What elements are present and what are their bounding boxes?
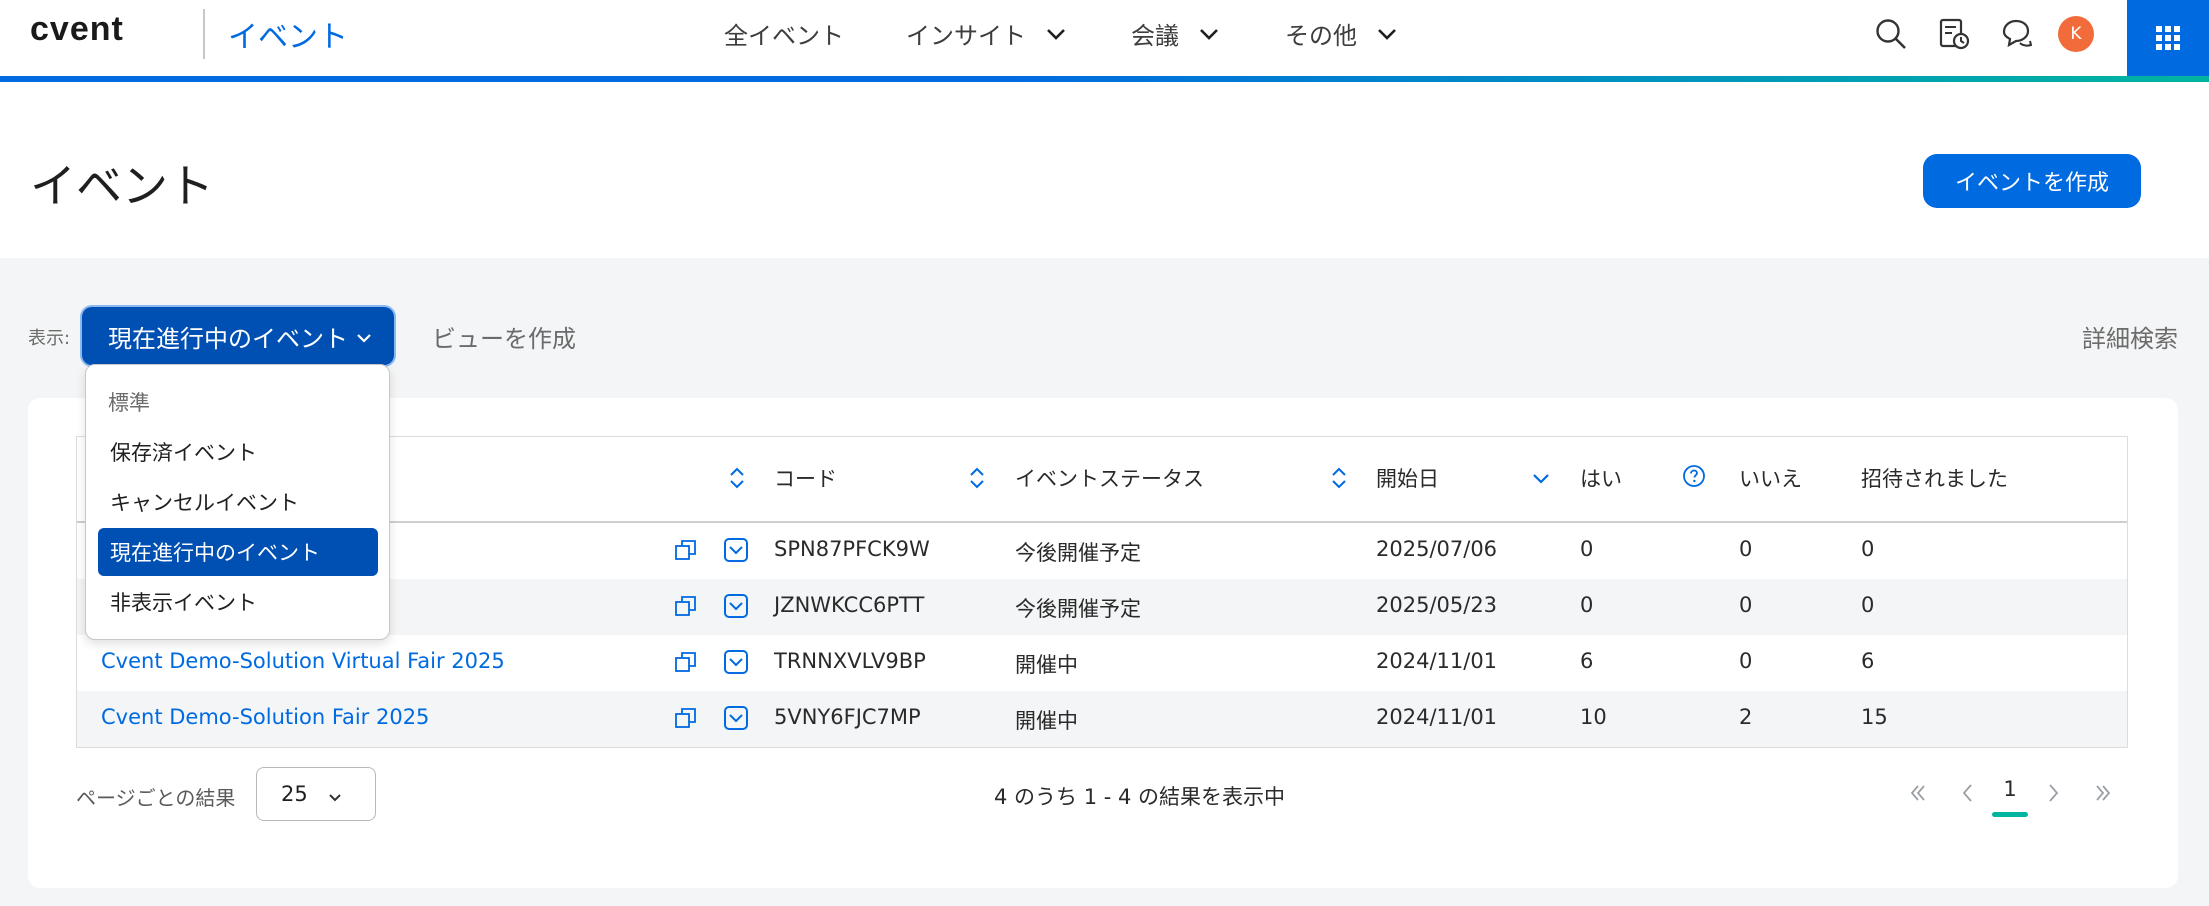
dropdown-option-label: 保存済イベント bbox=[110, 441, 257, 465]
sort-icon[interactable] bbox=[1330, 465, 1348, 491]
event-code: SPN87PFCK9W bbox=[774, 537, 930, 561]
nav-insights[interactable]: インサイト bbox=[906, 16, 1068, 51]
first-page-icon[interactable] bbox=[1903, 778, 1933, 808]
per-page-label: ページごとの結果 bbox=[76, 786, 236, 810]
calendar-clock-icon[interactable] bbox=[1934, 14, 1974, 54]
page-title: イベント bbox=[30, 159, 214, 213]
invited-count: 0 bbox=[1861, 593, 1875, 617]
event-status: 開催中 bbox=[1015, 709, 1078, 733]
page-header: イベント イベントを作成 bbox=[0, 82, 2209, 258]
view-select-value: 現在進行中のイベント bbox=[108, 324, 348, 353]
chevron-down-icon bbox=[1044, 22, 1068, 46]
event-status: 開催中 bbox=[1015, 653, 1078, 677]
table-row: Cvent Demo-Solution Fair 2025 5VNY6FJC7M… bbox=[77, 691, 2127, 747]
dropdown-option-label: 非表示イベント bbox=[110, 591, 257, 615]
yes-count: 0 bbox=[1580, 593, 1594, 617]
yes-count: 6 bbox=[1580, 649, 1594, 673]
email-icon[interactable] bbox=[723, 649, 749, 675]
dropdown-option-current-events[interactable]: 現在進行中のイベント bbox=[98, 528, 378, 576]
current-page-indicator bbox=[1992, 812, 2028, 817]
column-header-yes[interactable]: はい bbox=[1580, 463, 1622, 493]
view-dropdown-menu: 標準 保存済イベント キャンセルイベント 現在進行中のイベント 非表示イベント bbox=[85, 364, 390, 640]
avatar[interactable]: K bbox=[2058, 16, 2094, 52]
column-header-start-date[interactable]: 開始日 bbox=[1376, 463, 1439, 493]
dropdown-option-label: キャンセルイベント bbox=[110, 491, 299, 515]
advanced-search-link[interactable]: 詳細検索 bbox=[2082, 319, 2178, 354]
nav-all-events-label: 全イベント bbox=[724, 22, 844, 50]
event-start-date: 2025/07/06 bbox=[1376, 537, 1498, 561]
event-code: JZNWKCC6PTT bbox=[774, 593, 925, 617]
dropdown-group-label: 標準 bbox=[108, 391, 150, 415]
chevron-down-icon bbox=[1375, 22, 1399, 46]
top-navigation-bar: cvent イベント 全イベント インサイト 会議 その他 K bbox=[0, 0, 2209, 82]
dropdown-option-saved-events[interactable]: 保存済イベント bbox=[98, 428, 378, 476]
view-select[interactable]: 現在進行中のイベント bbox=[82, 307, 394, 365]
per-page-value: 25 bbox=[281, 782, 308, 806]
email-icon[interactable] bbox=[723, 593, 749, 619]
nav-more-label: その他 bbox=[1285, 22, 1357, 50]
event-status: 今後開催予定 bbox=[1015, 597, 1141, 621]
product-name[interactable]: イベント bbox=[228, 12, 348, 56]
no-count: 0 bbox=[1739, 593, 1753, 617]
dropdown-option-hidden-events[interactable]: 非表示イベント bbox=[98, 578, 378, 626]
copy-icon[interactable] bbox=[673, 593, 699, 619]
app-launcher-icon[interactable] bbox=[2127, 0, 2209, 76]
dropdown-option-cancelled-events[interactable]: キャンセルイベント bbox=[98, 478, 378, 526]
cvent-logo[interactable]: cvent bbox=[30, 10, 124, 49]
invited-count: 6 bbox=[1861, 649, 1875, 673]
no-count: 0 bbox=[1739, 649, 1753, 673]
dropdown-option-label: 現在進行中のイベント bbox=[110, 541, 320, 565]
invited-count: 15 bbox=[1861, 705, 1888, 729]
nav-meetings-label: 会議 bbox=[1131, 22, 1179, 50]
search-icon[interactable] bbox=[1871, 14, 1911, 54]
per-page-select[interactable]: 25 bbox=[256, 767, 376, 821]
event-code: 5VNY6FJC7MP bbox=[774, 705, 921, 729]
help-icon[interactable] bbox=[1682, 464, 1706, 488]
event-name-link[interactable]: Cvent Demo-Solution Virtual Fair 2025 bbox=[101, 649, 505, 673]
sort-icon[interactable] bbox=[728, 465, 746, 491]
results-summary: 4 のうち 1 - 4 の結果を表示中 bbox=[994, 785, 1286, 809]
show-label: 表示: bbox=[28, 328, 71, 349]
column-header-invited[interactable]: 招待されました bbox=[1861, 463, 2008, 493]
no-count: 0 bbox=[1739, 537, 1753, 561]
column-header-code[interactable]: コード bbox=[774, 463, 837, 493]
chevron-down-icon bbox=[1197, 22, 1221, 46]
yes-count: 0 bbox=[1580, 537, 1594, 561]
event-start-date: 2024/11/01 bbox=[1376, 649, 1498, 673]
create-view-link[interactable]: ビューを作成 bbox=[432, 319, 576, 354]
copy-icon[interactable] bbox=[673, 537, 699, 563]
email-icon[interactable] bbox=[723, 705, 749, 731]
chat-icon[interactable] bbox=[1997, 14, 2037, 54]
brand-divider bbox=[203, 9, 205, 59]
column-header-status[interactable]: イベントステータス bbox=[1015, 463, 1204, 493]
nav-meetings[interactable]: 会議 bbox=[1131, 16, 1221, 51]
table-row: Cvent Demo-Solution Virtual Fair 2025 TR… bbox=[77, 635, 2127, 691]
copy-icon[interactable] bbox=[673, 649, 699, 675]
event-name-link[interactable]: Cvent Demo-Solution Fair 2025 bbox=[101, 705, 429, 729]
current-page-number[interactable]: 1 bbox=[2000, 777, 2020, 801]
sort-desc-icon[interactable] bbox=[1532, 469, 1550, 495]
no-count: 2 bbox=[1739, 705, 1753, 729]
copy-icon[interactable] bbox=[673, 705, 699, 731]
previous-page-icon[interactable] bbox=[1953, 778, 1983, 808]
nav-more[interactable]: その他 bbox=[1285, 16, 1399, 51]
event-start-date: 2024/11/01 bbox=[1376, 705, 1498, 729]
event-status: 今後開催予定 bbox=[1015, 541, 1141, 565]
email-icon[interactable] bbox=[723, 537, 749, 563]
event-start-date: 2025/05/23 bbox=[1376, 593, 1498, 617]
last-page-icon[interactable] bbox=[2088, 778, 2118, 808]
column-header-no[interactable]: いいえ bbox=[1739, 463, 1802, 493]
event-code: TRNNXVLV9BP bbox=[774, 649, 926, 673]
sort-icon[interactable] bbox=[968, 465, 986, 491]
next-page-icon[interactable] bbox=[2038, 778, 2068, 808]
nav-all-events[interactable]: 全イベント bbox=[724, 16, 844, 51]
create-event-button[interactable]: イベントを作成 bbox=[1923, 154, 2141, 208]
chevron-down-icon bbox=[354, 326, 374, 346]
invited-count: 0 bbox=[1861, 537, 1875, 561]
yes-count: 10 bbox=[1580, 705, 1607, 729]
chevron-down-icon bbox=[327, 786, 343, 802]
nav-insights-label: インサイト bbox=[906, 22, 1026, 50]
